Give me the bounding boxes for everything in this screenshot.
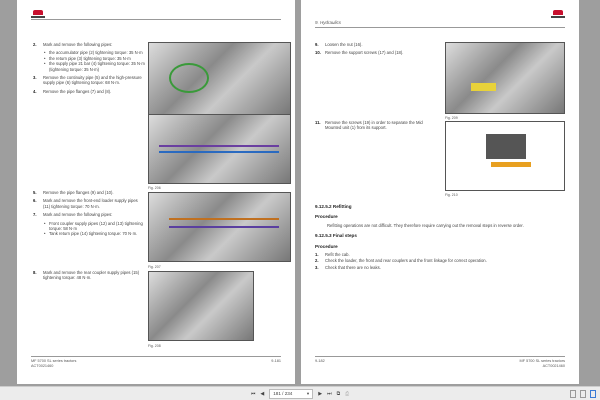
figure-210: [445, 121, 565, 191]
step-8: 8. Mark and remove the rear coupler suppl…: [33, 270, 140, 281]
figure-206: [148, 114, 291, 184]
right-page: 9. Hydraulics 9. Loosen the nut (16). 10.…: [301, 0, 579, 384]
left-page: 2.Mark and remove the following pipes: t…: [17, 0, 295, 384]
figure-caption: Fig. 210: [445, 193, 458, 197]
figure-caption: Fig. 207: [148, 265, 161, 269]
section-header: 9. Hydraulics: [315, 20, 565, 28]
massey-ferguson-logo: [31, 10, 45, 18]
massey-ferguson-logo: [551, 10, 565, 18]
first-page-icon[interactable]: ⏮: [251, 391, 256, 397]
page-footer: MF 5700 SL series tractors 9-181 ACT00214…: [31, 356, 281, 369]
figure-caption: Fig. 206: [148, 186, 161, 190]
pdf-toolbar: ⏮ ◀ 181 / 234 ▾ ▶ ⏭ ⧉ ⎙: [0, 386, 600, 400]
copy-icon[interactable]: ⧉: [337, 391, 341, 397]
figure-209: [445, 42, 565, 114]
steps-2-4: 2.Mark and remove the following pipes: t…: [33, 42, 145, 97]
page-footer: 9-182 MF 5700 SL series tractors ACT00214…: [315, 356, 565, 369]
next-page-icon[interactable]: ▶: [318, 391, 322, 397]
steps-9-10: 9. Loosen the nut (16). 10. Remove the sup…: [315, 42, 404, 56]
chevron-down-icon[interactable]: ▾: [307, 391, 309, 397]
bookmark-icon[interactable]: [580, 390, 586, 398]
figure-207: [148, 192, 291, 262]
last-page-icon[interactable]: ⏭: [327, 391, 332, 397]
step-11: 11. Remove the screws (19) in order to se…: [315, 120, 423, 131]
page-number-input[interactable]: 181 / 234 ▾: [269, 388, 314, 399]
steps-5-7: 5. Remove the pipe flanges (9) and (10). …: [33, 190, 145, 237]
refitting-section: 9.12.5.2 Refitting Procedure Refitting o…: [315, 204, 524, 270]
page-view-icon[interactable]: [570, 390, 576, 398]
figure-208: [148, 271, 254, 341]
figure-pipes-1: [148, 42, 291, 114]
print-icon[interactable]: ⎙: [345, 391, 349, 397]
previous-page-icon[interactable]: ◀: [260, 391, 264, 397]
sidebar-icon[interactable]: [590, 390, 596, 398]
figure-caption: Fig. 208: [148, 344, 161, 348]
figure-caption: Fig. 209: [445, 116, 458, 120]
